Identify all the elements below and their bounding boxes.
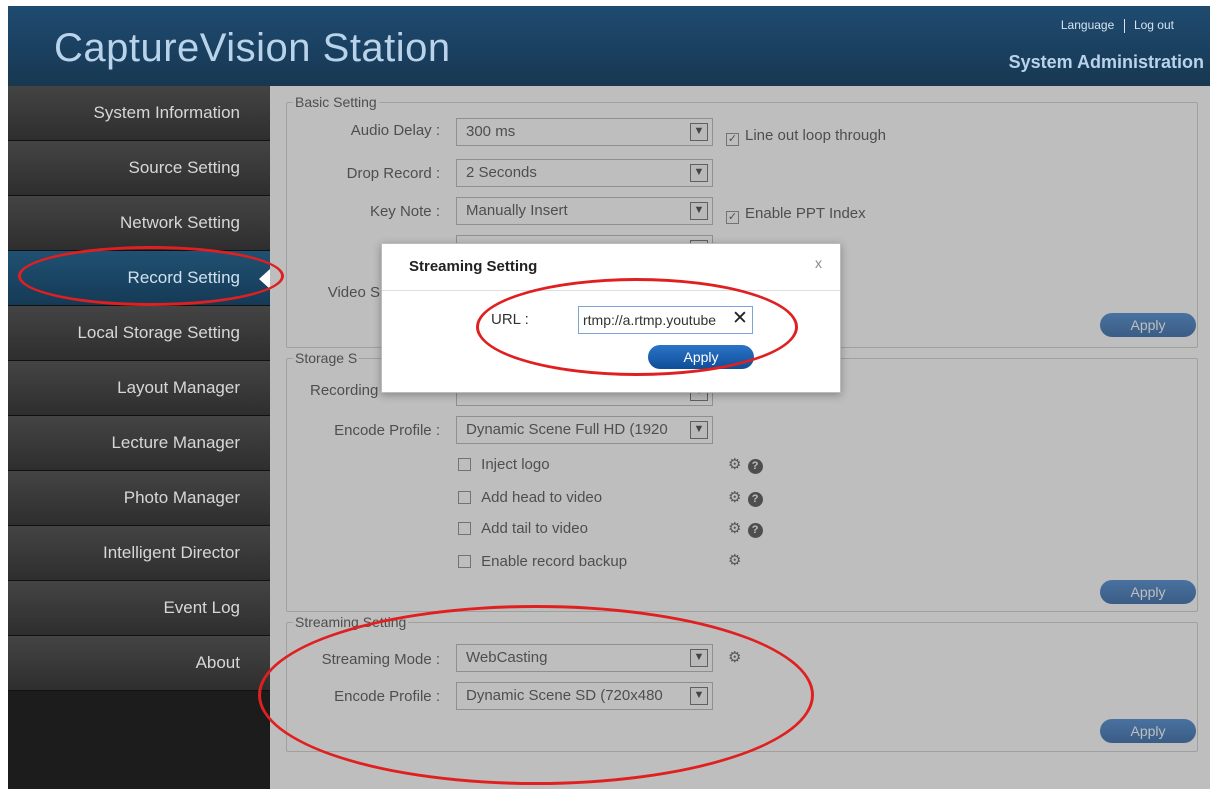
sidebar-item-network-setting[interactable]: Network Setting [8,196,270,251]
top-links: Language Log out [1061,18,1174,33]
annotation-ellipse-record [18,246,284,306]
sidebar-item-local-storage-setting[interactable]: Local Storage Setting [8,306,270,361]
sidebar-item-photo-manager[interactable]: Photo Manager [8,471,270,526]
language-link[interactable]: Language [1061,18,1114,32]
dialog-title: Streaming Setting [409,258,538,275]
sidebar-item-lecture-manager[interactable]: Lecture Manager [8,416,270,471]
sidebar-item-system-information[interactable]: System Information [8,86,270,141]
sidebar-item-event-log[interactable]: Event Log [8,581,270,636]
annotation-ellipse-streaming [258,605,814,785]
section-title: System Administration [1008,52,1204,72]
link-separator [1123,18,1125,33]
brand-title: CaptureVision Station [54,26,451,70]
sidebar-item-about[interactable]: About [8,636,270,691]
app-header: CaptureVision Station Language Log out S… [8,6,1210,86]
annotation-ellipse-url [476,278,798,376]
logout-link[interactable]: Log out [1134,18,1174,32]
sidebar-item-layout-manager[interactable]: Layout Manager [8,361,270,416]
sidebar-nav: System Information Source Setting Networ… [8,86,270,789]
sidebar-item-source-setting[interactable]: Source Setting [8,141,270,196]
close-icon[interactable]: x [815,255,822,271]
sidebar-item-intelligent-director[interactable]: Intelligent Director [8,526,270,581]
